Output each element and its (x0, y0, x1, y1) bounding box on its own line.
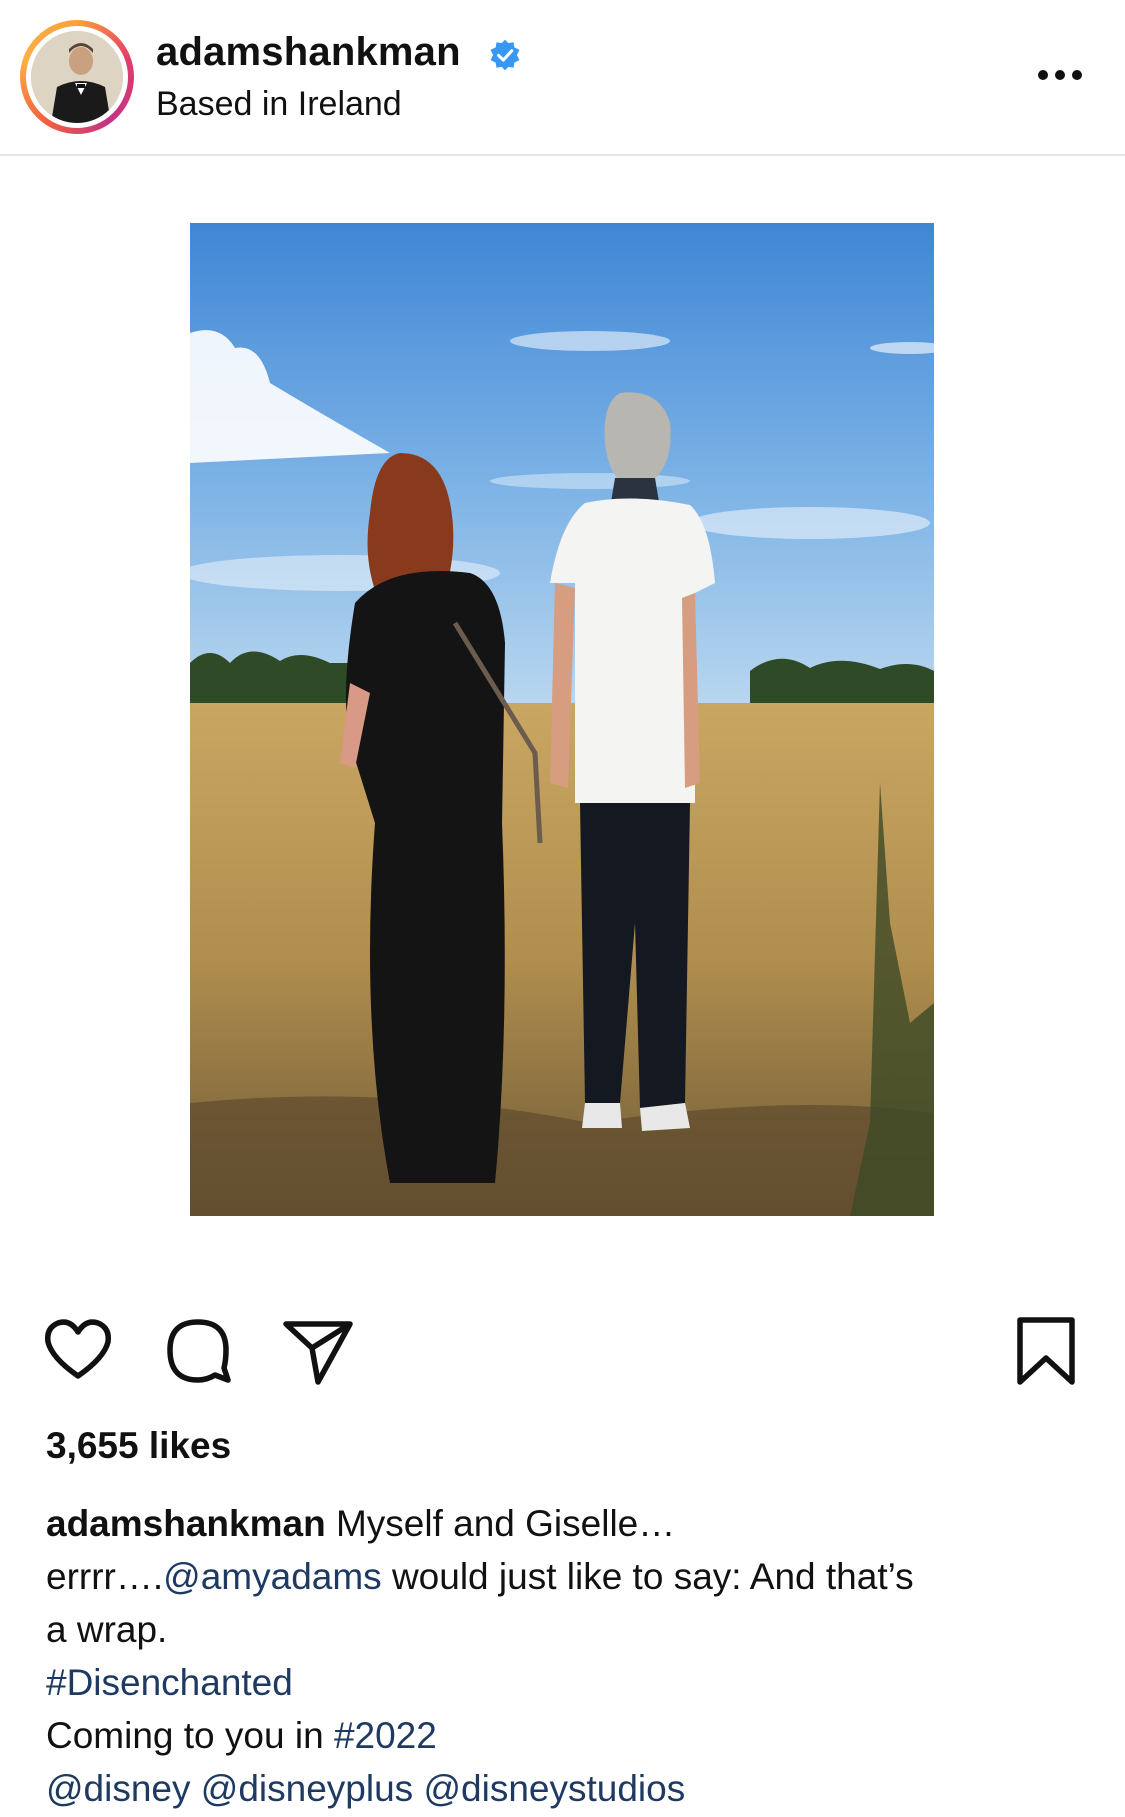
comment-bubble-icon[interactable] (158, 1310, 238, 1390)
verified-badge-icon (490, 39, 520, 71)
caption-line-3: a wrap. (46, 1609, 168, 1650)
mention-disneystudios[interactable]: @disneystudios (423, 1768, 685, 1809)
hashtag-disenchanted[interactable]: #Disenchanted (46, 1662, 293, 1703)
caption-line-5: Coming to you in #2022 (46, 1709, 1086, 1762)
caption-text: Myself and Giselle… (325, 1503, 676, 1544)
post-caption: adamshankman Myself and Giselle… errrr….… (46, 1497, 1086, 1815)
caption-text: Coming to you in (46, 1715, 334, 1756)
caption-line-4: #Disenchanted (46, 1656, 1086, 1709)
mention-amyadams[interactable]: @amyadams (163, 1556, 382, 1597)
caption-text: errrr…. (46, 1556, 164, 1597)
post-header: adamshankman Based in Ireland (0, 0, 1125, 156)
location-label[interactable]: Based in Ireland (156, 85, 402, 124)
action-bar (0, 1310, 1125, 1390)
mention-disneyplus[interactable]: @disneyplus (201, 1768, 413, 1809)
field-photo (190, 223, 934, 1216)
hashtag-2022[interactable]: #2022 (334, 1715, 437, 1756)
username[interactable]: adamshankman (156, 30, 461, 75)
avatar[interactable] (31, 31, 123, 123)
bookmark-icon[interactable] (1006, 1310, 1086, 1390)
caption-username[interactable]: adamshankman (46, 1503, 326, 1544)
caption-text: would just like to say: And that’s (381, 1556, 914, 1597)
heart-icon[interactable] (38, 1310, 118, 1390)
more-horizontal-icon[interactable] (1030, 58, 1090, 92)
send-icon[interactable] (278, 1310, 358, 1390)
mention-disney[interactable]: @disney (46, 1768, 191, 1809)
avatar-story-ring[interactable] (20, 20, 134, 134)
post-photo[interactable] (190, 223, 934, 1216)
caption-line-1: adamshankman Myself and Giselle… (46, 1497, 1086, 1550)
caption-line-6: @disney @disneyplus @disneystudios (46, 1762, 1086, 1815)
caption-line-2: errrr….@amyadams would just like to say:… (46, 1550, 1086, 1603)
likes-count[interactable]: 3,655 likes (46, 1425, 231, 1467)
